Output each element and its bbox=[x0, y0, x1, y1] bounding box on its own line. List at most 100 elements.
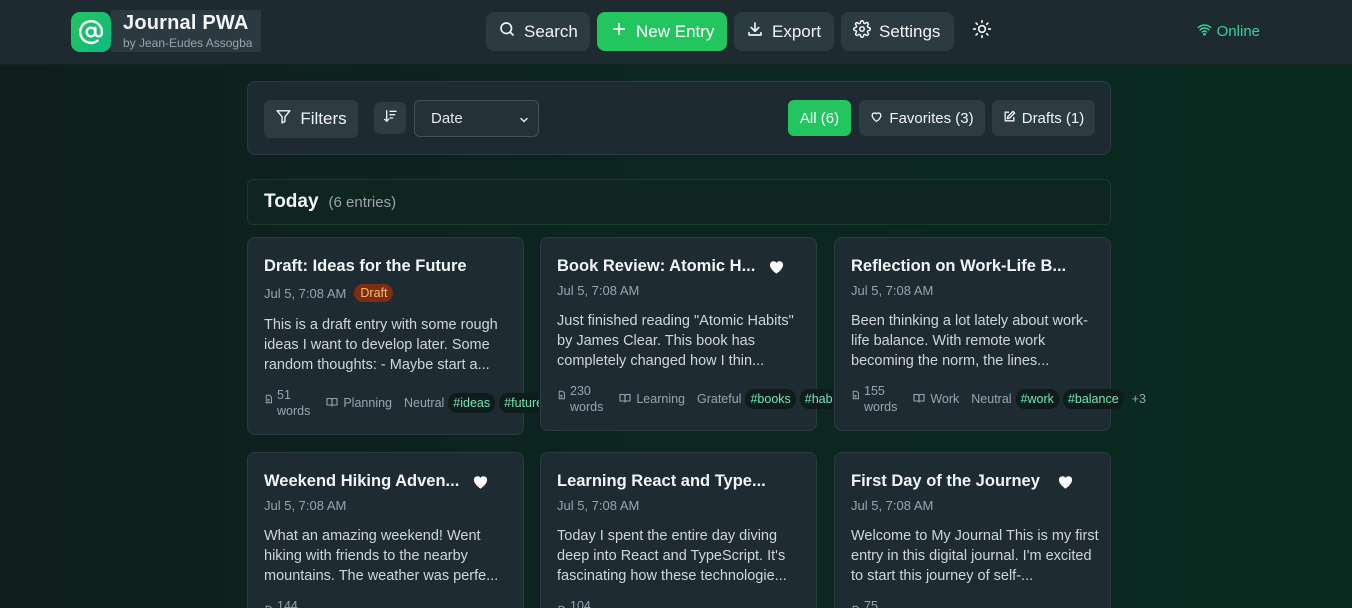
theme-toggle-button[interactable] bbox=[961, 12, 1003, 51]
entry-title: Reflection on Work-Life B... bbox=[851, 257, 1066, 276]
entry-category: Learning bbox=[619, 392, 685, 407]
word-count-label: words bbox=[864, 400, 898, 414]
export-button[interactable]: Export bbox=[734, 12, 834, 51]
sun-icon bbox=[972, 19, 992, 44]
filter-all-label: All (6) bbox=[799, 109, 840, 127]
new-entry-button[interactable]: New Entry bbox=[597, 12, 727, 51]
heart-filled-icon[interactable] bbox=[769, 260, 784, 274]
entry-category-label: Learning bbox=[636, 392, 685, 406]
word-count: 51 words bbox=[264, 387, 310, 419]
edit-icon bbox=[1003, 110, 1016, 127]
entry-excerpt: Welcome to My Journal This is my first e… bbox=[851, 528, 1099, 584]
entry-meta: 75 bbox=[851, 598, 878, 608]
entry-meta: 155 words Work Neutral #work #balance +3 bbox=[851, 383, 1146, 415]
entry-card[interactable]: Reflection on Work-Life B... Jul 5, 7:08… bbox=[834, 237, 1146, 431]
entry-excerpt: This is a draft entry with some rough id… bbox=[264, 317, 498, 373]
entry-mood: Grateful bbox=[697, 392, 742, 406]
new-entry-button-label: New Entry bbox=[636, 21, 715, 41]
brand-text: Journal PWA by Jean-Eudes Assogba bbox=[111, 10, 261, 52]
entry-date-row: Jul 5, 7:08 AM Draft bbox=[264, 284, 394, 302]
entry-date: Jul 5, 7:08 AM bbox=[557, 498, 640, 513]
entry-excerpt: Just finished reading "Atomic Habits" by… bbox=[557, 313, 794, 369]
search-icon bbox=[498, 20, 516, 43]
entry-date-row: Jul 5, 7:08 AM bbox=[851, 498, 933, 513]
word-count-number: 75 bbox=[864, 599, 878, 608]
entry-date-row: Jul 5, 7:08 AM bbox=[264, 498, 346, 513]
more-tags-count[interactable]: +3 bbox=[1132, 392, 1146, 406]
connection-status: Online bbox=[1197, 22, 1260, 41]
heart-outline-icon bbox=[870, 110, 883, 127]
heart-filled-icon[interactable] bbox=[473, 475, 488, 489]
word-count-number: 104 bbox=[570, 599, 591, 608]
entry-title-text: Learning React and Type... bbox=[557, 472, 766, 490]
download-icon bbox=[746, 20, 764, 43]
heart-filled-icon[interactable] bbox=[1058, 475, 1073, 489]
entry-date-row: Jul 5, 7:08 AM bbox=[557, 283, 639, 298]
sort-direction-button[interactable] bbox=[374, 102, 406, 134]
search-button-label: Search bbox=[524, 21, 578, 41]
search-button[interactable]: Search bbox=[486, 12, 590, 51]
document-icon bbox=[851, 388, 860, 404]
brand[interactable]: Journal PWA by Jean-Eudes Assogba bbox=[71, 10, 261, 52]
document-icon bbox=[851, 603, 860, 608]
funnel-icon bbox=[275, 108, 292, 130]
entry-tag[interactable]: #balance bbox=[1062, 389, 1124, 409]
entry-category-label: Work bbox=[930, 392, 960, 406]
gear-icon bbox=[853, 20, 871, 43]
book-open-icon bbox=[326, 396, 338, 411]
filter-favorites-button[interactable]: Favorites (3) bbox=[859, 100, 985, 136]
entry-card[interactable]: Weekend Hiking Adven... Jul 5, 7:08 AM W… bbox=[247, 452, 524, 608]
entry-excerpt: Today I spent the entire day diving deep… bbox=[557, 528, 787, 584]
entry-meta: 51 words Planning Neutral #ideas #future bbox=[264, 387, 540, 419]
entry-date: Jul 5, 7:08 AM bbox=[851, 283, 934, 298]
word-count-label: words bbox=[570, 400, 604, 414]
entry-date: Jul 5, 7:08 AM bbox=[264, 285, 347, 301]
word-count-number: 155 bbox=[864, 384, 885, 398]
app-title: Journal PWA bbox=[123, 12, 249, 34]
word-count: 230 words bbox=[557, 383, 603, 415]
entry-mood: Neutral bbox=[971, 392, 1012, 406]
entry-meta: 104 bbox=[557, 598, 591, 608]
entry-date: Jul 5, 7:08 AM bbox=[851, 498, 934, 513]
document-icon bbox=[557, 603, 566, 608]
entry-date-row: Jul 5, 7:08 AM bbox=[851, 283, 933, 298]
entry-category-label: Planning bbox=[343, 396, 392, 410]
filters-button-label: Filters bbox=[300, 109, 347, 128]
entry-card[interactable]: Book Review: Atomic H... Jul 5, 7:08 AM … bbox=[540, 237, 833, 431]
filter-all-button[interactable]: All (6) bbox=[788, 100, 851, 136]
plus-icon bbox=[610, 20, 628, 43]
entry-tag[interactable]: #books bbox=[745, 389, 796, 409]
entry-date: Jul 5, 7:08 AM bbox=[264, 498, 347, 513]
sort-select-value: Date bbox=[431, 110, 463, 127]
filter-drafts-button[interactable]: Drafts (1) bbox=[992, 100, 1095, 136]
word-count: 155 words bbox=[851, 383, 897, 415]
entry-tag[interactable]: #work bbox=[1015, 389, 1059, 409]
filter-favorites-label: Favorites (3) bbox=[889, 109, 974, 127]
section-header: Today (6 entries) bbox=[247, 179, 1111, 225]
entry-title: Weekend Hiking Adven... bbox=[264, 472, 488, 491]
entry-card[interactable]: Draft: Ideas for the Future Jul 5, 7:08 … bbox=[247, 237, 540, 435]
section-count: (6 entries) bbox=[328, 193, 397, 211]
document-icon bbox=[264, 392, 273, 408]
settings-button-label: Settings bbox=[879, 21, 941, 41]
entry-tag[interactable]: #future bbox=[499, 393, 540, 413]
at-icon bbox=[71, 12, 111, 52]
filters-button[interactable]: Filters bbox=[264, 100, 358, 138]
entry-card[interactable]: First Day of the Journey Jul 5, 7:08 AM … bbox=[834, 452, 1111, 608]
sort-select[interactable]: Date bbox=[414, 100, 539, 137]
entry-tag[interactable]: #habits bbox=[799, 389, 833, 409]
entry-title-text: Reflection on Work-Life B... bbox=[851, 257, 1067, 275]
entry-tag[interactable]: #ideas bbox=[448, 393, 496, 413]
app-header: Journal PWA by Jean-Eudes Assogba Search… bbox=[0, 0, 1352, 65]
entry-title: Book Review: Atomic H... bbox=[557, 257, 784, 276]
entry-card[interactable]: Learning React and Type... Jul 5, 7:08 A… bbox=[540, 452, 817, 608]
settings-button[interactable]: Settings bbox=[841, 12, 954, 51]
section-title: Today bbox=[264, 191, 319, 212]
document-icon bbox=[557, 388, 566, 404]
main-nav: Search New Entry Export Settings bbox=[486, 12, 1003, 51]
entry-title: Learning React and Type... bbox=[557, 472, 766, 491]
draft-badge: Draft bbox=[354, 284, 394, 302]
entry-title: Draft: Ideas for the Future bbox=[264, 257, 467, 276]
word-count-number: 144 bbox=[277, 599, 298, 608]
entry-excerpt: Been thinking a lot lately about work-li… bbox=[851, 313, 1088, 369]
